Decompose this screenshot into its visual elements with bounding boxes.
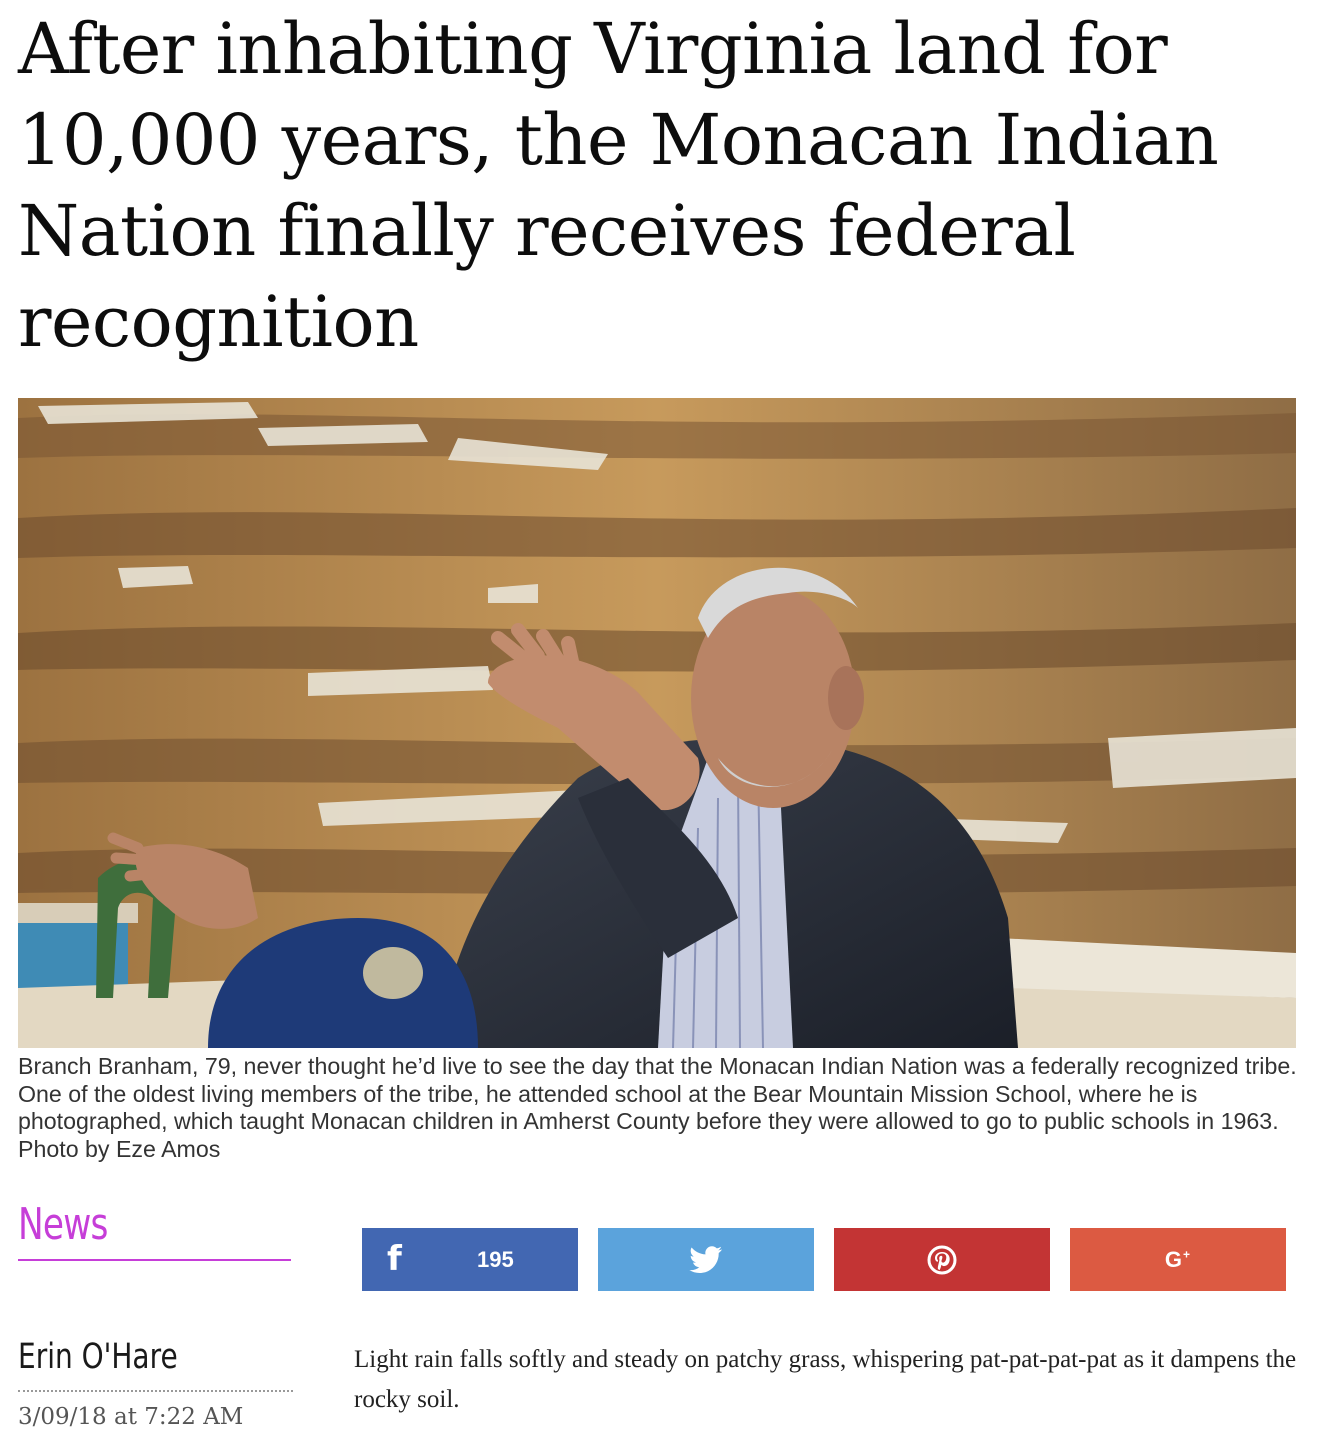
- section-label[interactable]: News: [18, 1195, 108, 1255]
- photo-caption: Branch Branham, 79, never thought he’d l…: [18, 1053, 1297, 1162]
- section-underline: [18, 1259, 291, 1261]
- facebook-share-button[interactable]: f 195: [362, 1228, 578, 1291]
- author-name[interactable]: Erin O'Hare: [18, 1333, 178, 1381]
- publish-date: 3/09/18 at 7:22 AM: [18, 1404, 244, 1430]
- facebook-share-count: 195: [477, 1247, 514, 1272]
- hero-photo: [18, 398, 1296, 1048]
- article-page: After inhabiting Virginia land for 10,00…: [0, 0, 1318, 1454]
- article-lede: Light rain falls softly and steady on pa…: [354, 1346, 1297, 1413]
- twitter-share-button[interactable]: [598, 1228, 814, 1291]
- article-headline: After inhabiting Virginia land for 10,00…: [18, 8, 1219, 363]
- facebook-icon: f: [387, 1239, 402, 1279]
- google-plus-share-button[interactable]: G+: [1070, 1228, 1286, 1291]
- author-divider: [18, 1390, 293, 1392]
- pinterest-share-button[interactable]: [834, 1228, 1050, 1291]
- hero-photo-illustration: [18, 398, 1296, 1048]
- google-plus-icon: G+: [1164, 1246, 1192, 1272]
- twitter-bird-icon: [689, 1245, 722, 1273]
- pinterest-icon: [927, 1245, 957, 1274]
